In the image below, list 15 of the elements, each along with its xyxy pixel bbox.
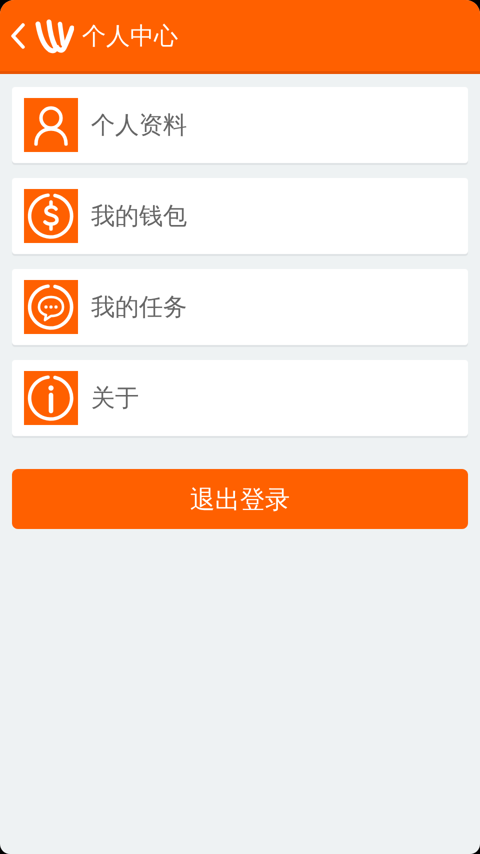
menu-item[interactable]: 关于 bbox=[12, 360, 468, 436]
info-icon bbox=[24, 371, 78, 425]
menu-item[interactable]: 我的钱包 bbox=[12, 178, 468, 254]
back-icon[interactable] bbox=[10, 22, 26, 50]
menu-item[interactable]: 我的任务 bbox=[12, 269, 468, 345]
menu-label: 我的任务 bbox=[91, 292, 187, 323]
menu-item[interactable]: 个人资料 bbox=[12, 87, 468, 163]
dollar-icon bbox=[24, 189, 78, 243]
chat-bubble-icon bbox=[24, 280, 78, 334]
menu-label: 个人资料 bbox=[91, 110, 187, 141]
menu-label: 我的钱包 bbox=[91, 201, 187, 232]
logout-button[interactable]: 退出登录 bbox=[12, 469, 468, 529]
person-icon bbox=[24, 98, 78, 152]
page-title: 个人中心 bbox=[82, 20, 178, 52]
menu-label: 关于 bbox=[91, 383, 139, 414]
